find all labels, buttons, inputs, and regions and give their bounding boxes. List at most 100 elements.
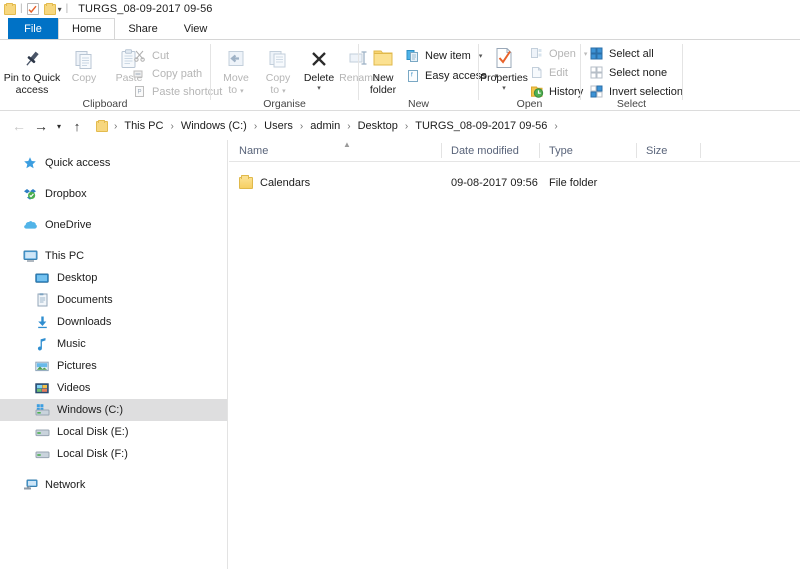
sidebar-item-this-pc[interactable]: This PC bbox=[0, 245, 227, 267]
file-explorer-window: | ▾ | TURGS_08-09-2017 09-56 File Home S… bbox=[0, 0, 800, 569]
move-to-label-line2: to ▾ bbox=[228, 83, 244, 96]
delete-x-icon bbox=[308, 44, 330, 70]
column-header-date-modified-label: Date modified bbox=[451, 144, 519, 157]
open-button[interactable]: Open ▾ bbox=[529, 46, 587, 61]
sidebar-item-label: Local Disk (F:) bbox=[57, 448, 128, 460]
table-row[interactable]: Calendars 09-08-2017 09:56 File folder bbox=[229, 172, 800, 193]
sidebar-item-windows-c[interactable]: Windows (C:) bbox=[0, 399, 227, 421]
folder-icon[interactable] bbox=[4, 2, 16, 15]
breadcrumb-item-users[interactable]: Users bbox=[263, 120, 294, 132]
select-all-button[interactable]: Select all bbox=[589, 46, 654, 61]
copy-button[interactable]: Copy bbox=[62, 44, 106, 85]
properties-label: Properties bbox=[480, 72, 528, 84]
ribbon-group-select: Select all Select none Invert selection … bbox=[581, 40, 683, 112]
tab-home-label: Home bbox=[72, 23, 102, 35]
network-icon bbox=[22, 477, 38, 493]
tab-home[interactable]: Home bbox=[58, 18, 116, 39]
sidebar-item-downloads[interactable]: Downloads bbox=[0, 311, 227, 333]
customize-quick-access-caret[interactable]: ▾ bbox=[58, 5, 62, 14]
breadcrumb-item-admin[interactable]: admin bbox=[309, 120, 341, 132]
breadcrumb-item-windows-c[interactable]: Windows (C:) bbox=[180, 120, 248, 132]
sidebar-item-music[interactable]: Music bbox=[0, 333, 227, 355]
ribbon-group-new: New folder New item ▾ f Easy access ▾ Ne… bbox=[359, 40, 498, 112]
open-label: Open bbox=[549, 47, 576, 60]
move-to-button[interactable]: Move to ▾ bbox=[215, 44, 257, 96]
move-to-caret[interactable]: ▾ bbox=[240, 88, 244, 95]
easy-access-icon: f bbox=[405, 68, 420, 83]
sidebar-item-documents[interactable]: Documents bbox=[0, 289, 227, 311]
breadcrumb-sep-6[interactable]: › bbox=[548, 121, 563, 132]
breadcrumb-folder-icon[interactable] bbox=[96, 119, 108, 132]
pin-to-quick-access-label-line2: access bbox=[15, 83, 49, 96]
select-none-button[interactable]: Select none bbox=[589, 65, 667, 80]
sidebar-item-local-disk-e[interactable]: Local Disk (E:) bbox=[0, 421, 227, 443]
column-header-name[interactable]: Name bbox=[229, 140, 441, 161]
properties-button[interactable]: Properties ▾ bbox=[479, 44, 529, 92]
paste-shortcut-button[interactable]: P Paste shortcut bbox=[132, 84, 222, 99]
breadcrumb-sep-3[interactable]: › bbox=[294, 121, 309, 132]
breadcrumb-item-current[interactable]: TURGS_08-09-2017 09-56 bbox=[414, 120, 548, 132]
breadcrumb-sep-5[interactable]: › bbox=[399, 121, 414, 132]
sidebar-item-onedrive[interactable]: OneDrive bbox=[0, 214, 227, 236]
properties-check-icon[interactable] bbox=[26, 3, 39, 15]
forward-button[interactable]: → bbox=[30, 115, 52, 137]
delete-caret[interactable]: ▾ bbox=[317, 85, 321, 92]
sidebar-item-label: Pictures bbox=[57, 360, 97, 372]
properties-icon bbox=[492, 44, 516, 70]
history-button[interactable]: History bbox=[529, 84, 583, 99]
new-item-button[interactable]: New item ▾ bbox=[405, 48, 482, 63]
edit-button[interactable]: Edit bbox=[529, 65, 568, 80]
breadcrumb-sep-4[interactable]: › bbox=[341, 121, 356, 132]
invert-selection-button[interactable]: Invert selection bbox=[589, 84, 683, 99]
new-folder-icon[interactable] bbox=[43, 2, 56, 15]
properties-caret[interactable]: ▾ bbox=[502, 85, 506, 92]
copy-to-button[interactable]: Copy to ▾ bbox=[257, 44, 299, 96]
tab-share[interactable]: Share bbox=[115, 18, 170, 39]
ribbon-group-clipboard: Pin to Quick access Copy Paste Cut Copy … bbox=[0, 40, 222, 112]
copy-path-button[interactable]: Copy path bbox=[132, 66, 202, 81]
sidebar-item-quick-access[interactable]: Quick access bbox=[0, 152, 227, 174]
column-header-date-modified[interactable]: Date modified bbox=[441, 140, 539, 161]
history-icon bbox=[529, 84, 544, 99]
column-header-type[interactable]: Type bbox=[539, 140, 636, 161]
music-note-icon bbox=[34, 336, 50, 352]
breadcrumb-item-this-pc[interactable]: This PC bbox=[123, 120, 164, 132]
sidebar-item-pictures[interactable]: Pictures bbox=[0, 355, 227, 377]
delete-button[interactable]: Delete ▾ bbox=[299, 44, 339, 92]
sidebar-item-label: Quick access bbox=[45, 157, 111, 169]
file-list-pane[interactable]: ▲ Name Date modified Type Size Calendars bbox=[229, 140, 800, 569]
breadcrumb-sep-2[interactable]: › bbox=[248, 121, 263, 132]
tab-share-label: Share bbox=[128, 22, 158, 35]
breadcrumb-sep-1[interactable]: › bbox=[164, 121, 179, 132]
pin-to-quick-access-button[interactable]: Pin to Quick access bbox=[2, 44, 62, 96]
sidebar-item-desktop[interactable]: Desktop bbox=[0, 267, 227, 289]
tab-view-label: View bbox=[183, 22, 208, 35]
tab-file[interactable]: File bbox=[8, 18, 58, 39]
recent-locations-button[interactable]: ▾ bbox=[52, 115, 66, 137]
new-folder-button[interactable]: New folder bbox=[361, 44, 405, 96]
sidebar-item-dropbox[interactable]: Dropbox bbox=[0, 183, 227, 205]
sidebar-item-videos[interactable]: Videos bbox=[0, 377, 227, 399]
copy-to-caret[interactable]: ▾ bbox=[282, 88, 286, 95]
select-all-label: Select all bbox=[609, 47, 654, 60]
breadcrumb[interactable]: › This PC › Windows (C:) › Users › admin… bbox=[91, 115, 800, 137]
up-button[interactable]: ↑ bbox=[66, 115, 88, 137]
column-header-size[interactable]: Size bbox=[636, 140, 700, 161]
title-bar: | ▾ | TURGS_08-09-2017 09-56 bbox=[0, 0, 800, 18]
column-header-row: ▲ Name Date modified Type Size bbox=[229, 140, 800, 162]
file-date-modified-cell: 09-08-2017 09:56 bbox=[451, 176, 538, 189]
column-divider-4[interactable] bbox=[700, 143, 701, 158]
back-button[interactable]: ← bbox=[8, 115, 30, 137]
tab-view[interactable]: View bbox=[171, 18, 221, 39]
ribbon-group-open: Properties ▾ Open ▾ Edit History Open bbox=[479, 40, 587, 112]
new-folder-label-line1: New bbox=[372, 72, 394, 84]
navigation-pane: Quick access Dropbox OneDrive This PC De… bbox=[0, 140, 228, 569]
select-none-icon bbox=[589, 65, 604, 80]
ribbon-group-select-label: Select bbox=[616, 98, 647, 110]
title-bar-divider-2: | bbox=[65, 3, 69, 14]
breadcrumb-item-desktop[interactable]: Desktop bbox=[357, 120, 399, 132]
cut-button[interactable]: Cut bbox=[132, 48, 169, 63]
sidebar-item-network[interactable]: Network bbox=[0, 474, 227, 496]
delete-label: Delete bbox=[303, 72, 335, 84]
sidebar-item-local-disk-f[interactable]: Local Disk (F:) bbox=[0, 443, 227, 465]
